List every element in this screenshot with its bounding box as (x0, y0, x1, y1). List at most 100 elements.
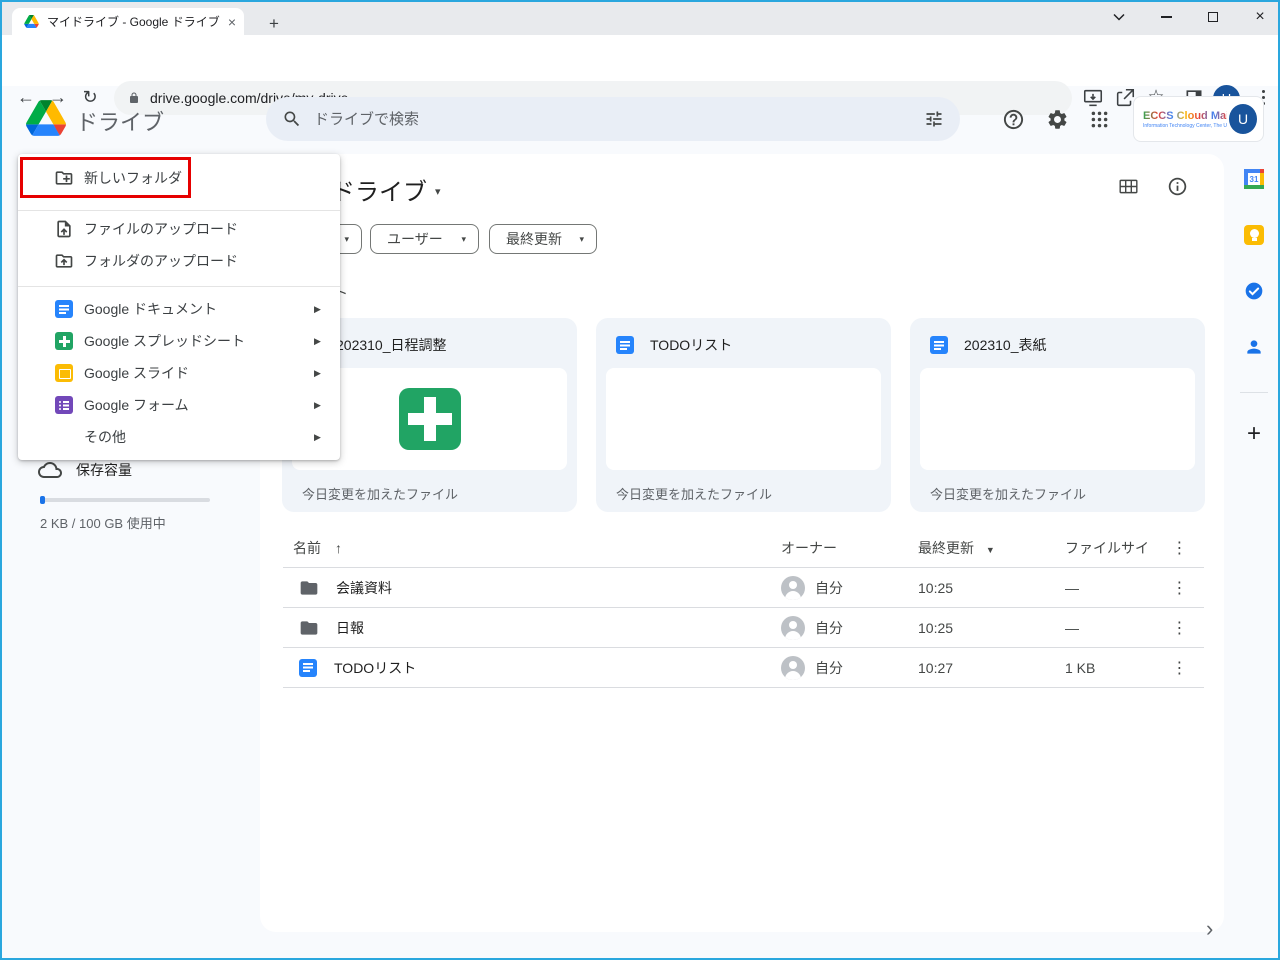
menu-item-google-slides[interactable]: Google スライド ▶ (18, 357, 340, 389)
window-maximize-button[interactable] (1196, 2, 1230, 32)
column-header-size[interactable]: ファイルサイ (1065, 538, 1155, 558)
suggested-card[interactable]: TODOリスト 今日変更を加えたファイル (596, 318, 891, 512)
owner-avatar (781, 576, 805, 600)
menu-item-new-folder[interactable]: 新しいフォルダ (18, 162, 340, 194)
row-actions-kebab-icon[interactable]: ⋮ (1172, 578, 1188, 598)
storage-label: 保存容量 (76, 460, 132, 480)
help-icon[interactable] (1002, 108, 1026, 132)
main-content: マイドライブ ▾ ▾ ユーザー ▾ 最終更新 ▾ ト (260, 154, 1224, 932)
owner-name: 自分 (815, 578, 843, 598)
search-options-tune-icon[interactable] (924, 109, 944, 129)
owner-name: 自分 (815, 658, 843, 678)
menu-item-folder-upload[interactable]: フォルダのアップロード (18, 245, 340, 277)
last-modified: 10:27 (918, 660, 1065, 676)
drive-search-bar[interactable] (266, 97, 960, 141)
suggested-card-footer: 今日変更を加えたファイル (302, 484, 458, 503)
settings-gear-icon[interactable] (1046, 108, 1070, 132)
menu-item-file-upload[interactable]: ファイルのアップロード (18, 213, 340, 245)
info-icon[interactable] (1167, 176, 1188, 197)
submenu-arrow-icon: ▶ (314, 336, 321, 347)
menu-item-google-forms[interactable]: Google フォーム ▶ (18, 389, 340, 421)
new-folder-icon (54, 168, 74, 188)
file-size: 1 KB (1065, 660, 1155, 676)
chip-caret-icon: ▾ (579, 234, 584, 245)
column-options-kebab-icon[interactable]: ⋮ (1172, 538, 1188, 558)
suggested-card[interactable]: 202310_表紙 今日変更を加えたファイル (910, 318, 1205, 512)
owner-avatar (781, 656, 805, 680)
docs-icon (616, 336, 634, 354)
storage-progress-bar (40, 498, 210, 502)
new-tab-button[interactable]: + (264, 14, 284, 34)
row-actions-kebab-icon[interactable]: ⋮ (1172, 618, 1188, 638)
suggested-card-footer: 今日変更を加えたファイル (930, 484, 1086, 503)
sort-descending-icon: ▼ (986, 545, 995, 555)
file-name: 日報 (336, 618, 364, 638)
filter-chip-modified[interactable]: 最終更新 ▾ (489, 224, 597, 254)
folder-icon (299, 578, 319, 598)
table-row[interactable]: 会議資料 自分 10:25 — ⋮ (283, 568, 1204, 608)
row-actions-kebab-icon[interactable]: ⋮ (1172, 658, 1188, 678)
owner-avatar (781, 616, 805, 640)
file-size: — (1065, 580, 1155, 596)
tab-title: マイドライブ - Google ドライブ (47, 13, 220, 30)
submenu-arrow-icon: ▶ (314, 432, 321, 443)
suggested-card-footer: 今日変更を加えたファイル (616, 484, 772, 503)
forms-icon (55, 396, 73, 414)
account-badge-title: ECCS Cloud Mail (1143, 110, 1227, 122)
column-header-modified[interactable]: 最終更新 ▼ (918, 538, 1065, 558)
browser-window: マイドライブ - Google ドライブ × + × ← → ↻ drive.g… (0, 0, 1280, 960)
suggested-card-preview (920, 368, 1195, 470)
lock-icon (128, 91, 140, 105)
grid-view-toggle-icon[interactable] (1118, 176, 1139, 197)
last-modified: 10:25 (918, 580, 1065, 596)
panel-expand-chevron-icon[interactable]: › (1206, 916, 1213, 942)
menu-item-google-docs[interactable]: Google ドキュメント ▶ (18, 293, 340, 325)
docs-icon (55, 300, 73, 318)
last-modified: 10:25 (918, 620, 1065, 636)
calendar-icon[interactable]: 31 (1244, 169, 1264, 189)
sort-ascending-icon: ↑ (335, 540, 342, 556)
tab-close-icon[interactable]: × (228, 15, 236, 29)
search-icon (282, 109, 302, 129)
storage-progress-fill (40, 496, 45, 504)
submenu-arrow-icon: ▶ (314, 304, 321, 315)
table-row[interactable]: TODOリスト 自分 10:27 1 KB ⋮ (283, 648, 1204, 688)
account-badge[interactable]: ECCS Cloud Mail Information Technology C… (1133, 96, 1264, 142)
menu-item-google-sheets[interactable]: Google スプレッドシート ▶ (18, 325, 340, 357)
rail-divider (1240, 392, 1268, 393)
filter-chip-user[interactable]: ユーザー ▾ (370, 224, 479, 254)
file-table: 名前 ↑ オーナー 最終更新 ▼ ファイルサイ ⋮ 会議資料 (283, 528, 1204, 688)
column-header-owner[interactable]: オーナー (781, 538, 918, 558)
tasks-icon[interactable] (1244, 281, 1264, 301)
chip-caret-icon: ▾ (461, 234, 466, 245)
folder-upload-icon (54, 251, 74, 271)
menu-item-more[interactable]: その他 ▶ (18, 421, 340, 453)
google-apps-grid-icon[interactable] (1089, 109, 1113, 133)
slides-icon (55, 364, 73, 382)
chip-caret-icon: ▾ (344, 234, 349, 245)
install-icon[interactable] (1082, 87, 1104, 109)
file-size: — (1065, 620, 1155, 636)
folder-icon (299, 618, 319, 638)
drive-profile-avatar[interactable]: U (1229, 104, 1257, 134)
table-row[interactable]: 日報 自分 10:25 — ⋮ (283, 608, 1204, 648)
drive-logo[interactable] (26, 100, 66, 141)
account-badge-subtitle: Information Technology Center, The Unive… (1143, 123, 1227, 129)
contacts-icon[interactable] (1244, 337, 1264, 357)
column-header-name[interactable]: 名前 ↑ (283, 538, 781, 558)
submenu-arrow-icon: ▶ (314, 400, 321, 411)
browser-tab[interactable]: マイドライブ - Google ドライブ × (12, 8, 244, 35)
suggested-card-preview (606, 368, 881, 470)
sidebar-storage-item[interactable]: 保存容量 (38, 458, 132, 482)
keep-icon[interactable] (1244, 225, 1264, 245)
suggested-card-title: 202310_表紙 (964, 335, 1047, 355)
docs-icon (930, 336, 948, 354)
window-minimize-button[interactable] (1149, 2, 1183, 32)
sheets-icon (55, 332, 73, 350)
window-close-button[interactable]: × (1243, 2, 1277, 32)
tab-search-chevron-icon[interactable] (1102, 2, 1136, 32)
file-name: 会議資料 (336, 578, 392, 598)
storage-usage-text: 2 KB / 100 GB 使用中 (40, 513, 166, 532)
search-input[interactable] (314, 111, 912, 128)
get-add-ons-plus-icon[interactable]: + (1242, 422, 1266, 446)
